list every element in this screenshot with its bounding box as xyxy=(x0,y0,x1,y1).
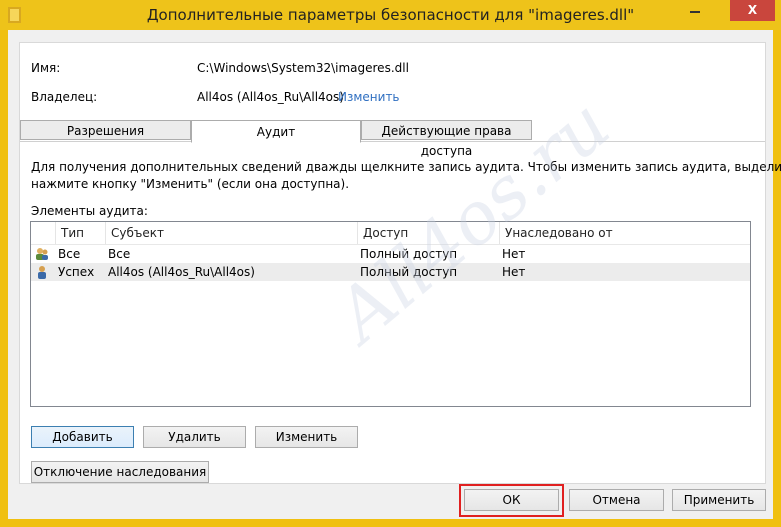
column-header-subject[interactable]: Субъект xyxy=(106,222,358,244)
dialog-client-area: Имя: C:\Windows\System32\imageres.dll Вл… xyxy=(8,30,781,519)
audit-entries-list[interactable]: Тип Субъект Доступ Унаследовано от Все В… xyxy=(30,221,751,407)
row-type: Успех xyxy=(58,265,95,279)
ok-button[interactable]: ОК xyxy=(464,489,559,511)
row-type: Все xyxy=(58,247,81,261)
row-inherited: Нет xyxy=(502,265,526,279)
add-button[interactable]: Добавить xyxy=(31,426,134,448)
apply-button[interactable]: Применить xyxy=(672,489,766,511)
change-owner-link[interactable]: Изменить xyxy=(338,90,400,104)
column-header-access[interactable]: Доступ xyxy=(358,222,500,244)
window-title: Дополнительные параметры безопасности дл… xyxy=(146,6,635,24)
tab-audit[interactable]: Аудит xyxy=(191,120,361,143)
table-row[interactable]: Успех All4os (All4os_Ru\All4os) Полный д… xyxy=(31,263,750,281)
close-button[interactable]: X xyxy=(730,0,775,21)
row-inherited: Нет xyxy=(502,247,526,261)
user-icon xyxy=(38,266,46,279)
audit-description-2: нажмите кнопку "Изменить" (если она дост… xyxy=(31,177,350,191)
users-icon xyxy=(36,248,48,260)
audit-tab-content: Для получения дополнительных сведений дв… xyxy=(20,141,781,483)
disable-inheritance-button[interactable]: Отключение наследования xyxy=(31,461,209,483)
edit-button[interactable]: Изменить xyxy=(255,426,358,448)
minimize-button[interactable] xyxy=(682,0,708,21)
cancel-button[interactable]: Отмена xyxy=(569,489,664,511)
audit-list-title: Элементы аудита: xyxy=(31,204,148,218)
column-header-type[interactable]: Тип xyxy=(56,222,106,244)
title-bar[interactable]: Дополнительные параметры безопасности дл… xyxy=(0,0,781,30)
audit-description: Для получения дополнительных сведений дв… xyxy=(31,160,781,174)
minimize-icon xyxy=(690,11,700,13)
row-access: Полный доступ xyxy=(360,265,458,279)
row-subject: Все xyxy=(108,247,131,261)
owner-label: Владелец: xyxy=(31,90,98,104)
tab-effective-access[interactable]: Действующие права доступа xyxy=(361,120,532,158)
column-header-inherited[interactable]: Унаследовано от xyxy=(500,222,750,244)
owner-value: All4os (All4os_Ru\All4os) xyxy=(197,90,344,104)
row-access: Полный доступ xyxy=(360,247,458,261)
name-value: C:\Windows\System32\imageres.dll xyxy=(197,61,409,75)
column-header-icon xyxy=(31,222,56,244)
security-dialog-window: Дополнительные параметры безопасности дл… xyxy=(0,0,781,527)
table-row[interactable]: Все Все Полный доступ Нет xyxy=(31,245,750,263)
content-panel: Имя: C:\Windows\System32\imageres.dll Вл… xyxy=(19,42,781,484)
remove-button[interactable]: Удалить xyxy=(143,426,246,448)
name-label: Имя: xyxy=(31,61,61,75)
row-subject: All4os (All4os_Ru\All4os) xyxy=(108,265,255,279)
tab-permissions[interactable]: Разрешения xyxy=(20,120,191,140)
